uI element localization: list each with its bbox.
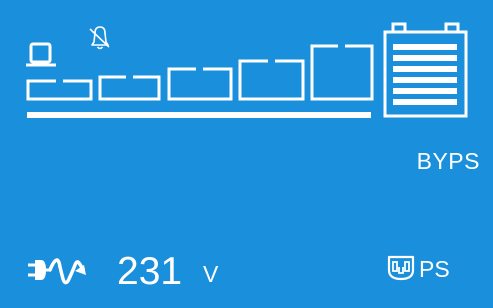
load-segment-3 (167, 67, 233, 101)
input-voltage-unit: V (203, 261, 219, 287)
load-segment-5 (310, 44, 374, 101)
load-segment-4 (238, 59, 305, 101)
ups-lcd-display: BYPS 231 V PS (0, 0, 493, 308)
outlet-icon (387, 255, 415, 281)
battery-icon (383, 22, 468, 118)
operating-mode-label: BYPS (416, 148, 480, 174)
load-segment-2 (98, 75, 161, 101)
battery-level-bars (393, 44, 457, 105)
load-baseline (27, 112, 371, 118)
ac-input-icon (28, 258, 86, 285)
input-voltage-value: 231 (117, 250, 183, 293)
output-status-label: PS (419, 256, 450, 282)
load-segment-1 (26, 79, 93, 101)
